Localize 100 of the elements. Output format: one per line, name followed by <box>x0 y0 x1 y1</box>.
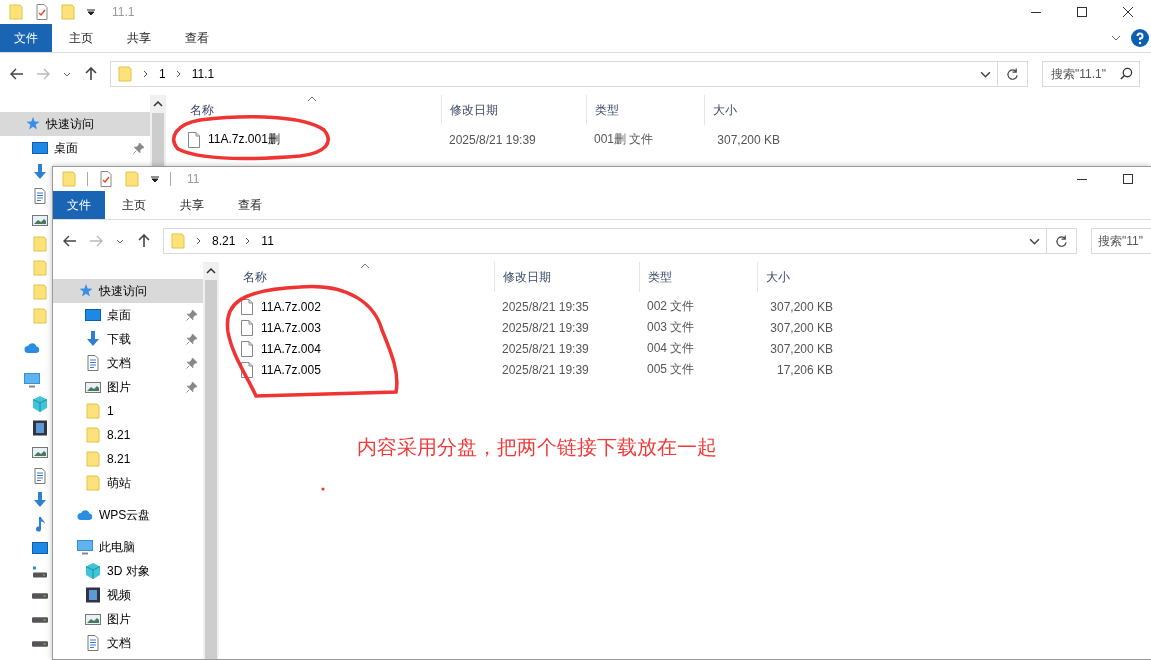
file-name[interactable]: 11A.7z.001删 <box>208 131 280 148</box>
sidebar-label: 桌面 <box>107 306 131 324</box>
sidebar-label: 此电脑 <box>99 538 135 556</box>
chevron-right-icon <box>196 237 202 245</box>
cloud-icon <box>24 340 40 356</box>
sidebar-item[interactable]: 萌站 <box>53 471 203 495</box>
column-header[interactable]: 类型 <box>639 262 757 292</box>
file-name[interactable]: 11A.7z.002 <box>261 299 321 314</box>
breadcrumb[interactable]: 8.21 <box>212 234 236 248</box>
search-icon <box>1120 67 1133 80</box>
sidebar-item[interactable]: 桌面 <box>0 136 150 160</box>
cube-icon <box>85 563 101 579</box>
dropdown-icon[interactable] <box>150 174 160 184</box>
checklist-icon[interactable] <box>98 171 114 187</box>
back-arrow-icon[interactable] <box>63 234 77 248</box>
ink-dot <box>321 487 325 491</box>
scroll-up-icon[interactable] <box>206 268 216 274</box>
up-arrow-icon[interactable] <box>137 234 151 248</box>
help-icon[interactable] <box>1131 29 1149 47</box>
ribbon-tab[interactable]: 主页 <box>52 24 110 52</box>
document-icon <box>32 188 48 204</box>
file-menu-button[interactable]: 文件 <box>0 24 52 52</box>
sidebar-item[interactable]: 快速访问 <box>53 279 203 303</box>
chevron-down-icon[interactable] <box>1111 33 1121 43</box>
chevron-right-icon <box>245 237 252 245</box>
sidebar-item[interactable]: 视频 <box>53 583 203 607</box>
ribbon-tab[interactable]: 查看 <box>168 24 226 52</box>
file-icon <box>241 319 253 336</box>
size-cell-text: 307,200 KB <box>769 299 834 314</box>
breadcrumb[interactable]: 1 <box>159 67 166 81</box>
dropdown-icon[interactable] <box>86 7 96 17</box>
pin-icon[interactable] <box>133 142 144 154</box>
sidebar-item[interactable]: 快速访问 <box>0 112 150 136</box>
pin-icon[interactable] <box>186 381 197 393</box>
ribbon-tab[interactable]: 主页 <box>105 191 163 219</box>
sidebar-label: 文档 <box>107 634 131 652</box>
sidebar-label: 快速访问 <box>99 282 147 300</box>
sidebar-item[interactable]: 桌面 <box>53 303 203 327</box>
sidebar-item[interactable]: 8.21 <box>53 447 203 471</box>
minimize-icon <box>1077 178 1087 180</box>
sidebar-item[interactable]: 下载 <box>53 327 203 351</box>
sidebar-item[interactable]: 1 <box>53 399 203 423</box>
ribbon-tab[interactable]: 共享 <box>163 191 221 219</box>
sidebar-label: WPS云盘 <box>99 506 151 524</box>
scrollbar-thumb[interactable] <box>205 280 217 659</box>
column-header[interactable]: 名称 <box>166 95 441 125</box>
column-header[interactable]: 修改日期 <box>494 262 639 292</box>
window-title: 11 <box>187 172 200 186</box>
folder-icon <box>85 403 101 419</box>
sidebar-item[interactable]: 3D 对象 <box>53 559 203 583</box>
sidebar-item[interactable]: WPS云盘 <box>53 503 203 527</box>
network-drive-icon <box>32 564 48 580</box>
sidebar-item[interactable]: 此电脑 <box>53 535 203 559</box>
breadcrumb[interactable]: 11 <box>261 234 274 248</box>
file-menu-button[interactable]: 文件 <box>53 191 105 219</box>
ribbon-tab[interactable]: 查看 <box>221 191 279 219</box>
date-cell-text: 2025/8/21 19:39 <box>501 341 590 356</box>
sidebar-item[interactable]: 文档 <box>53 631 203 655</box>
pin-icon[interactable] <box>186 357 197 369</box>
file-name[interactable]: 11A.7z.003 <box>261 320 321 335</box>
sidebar-item[interactable]: 文档 <box>53 351 203 375</box>
file-name[interactable]: 11A.7z.005 <box>261 362 321 377</box>
scrollbar[interactable] <box>203 262 219 659</box>
folder-icon <box>117 66 133 82</box>
refresh-button[interactable] <box>1047 228 1077 254</box>
column-header[interactable]: 修改日期 <box>441 95 586 125</box>
address-bar[interactable]: 8.21 11 <box>163 228 1047 254</box>
sort-caret-icon <box>360 263 370 269</box>
sidebar-item[interactable]: 图片 <box>53 375 203 399</box>
chevron-right-icon <box>175 70 182 78</box>
column-header[interactable]: 大小 <box>757 262 843 292</box>
back-arrow-icon[interactable] <box>10 67 24 81</box>
refresh-button[interactable] <box>998 61 1028 87</box>
sidebar-item[interactable]: 8.21 <box>53 423 203 447</box>
up-arrow-icon[interactable] <box>84 67 98 81</box>
file-name[interactable]: 11A.7z.004 <box>261 341 321 356</box>
column-header[interactable]: 名称 <box>219 262 494 292</box>
address-bar[interactable]: 1 11.1 <box>110 61 998 87</box>
search-field[interactable]: 搜索"11.1" <box>1042 61 1140 87</box>
breadcrumb[interactable]: 11.1 <box>191 67 215 81</box>
film-icon <box>32 420 48 436</box>
type-cell-text: 005 文件 <box>646 361 696 378</box>
pin-icon[interactable] <box>186 333 197 345</box>
search-field[interactable]: 搜索"11" <box>1091 228 1151 254</box>
checklist-icon[interactable] <box>34 4 50 20</box>
sidebar-label: 萌站 <box>107 474 131 492</box>
sidebar-label: 文档 <box>107 354 131 372</box>
file-icon <box>241 361 253 378</box>
sidebar-item[interactable]: 图片 <box>53 607 203 631</box>
date-cell-text: 2025/8/21 19:35 <box>501 299 590 314</box>
column-header[interactable]: 大小 <box>704 95 790 125</box>
pin-icon[interactable] <box>186 309 197 321</box>
window-title: 11.1 <box>112 5 135 19</box>
folder-icon <box>32 308 48 324</box>
scroll-up-icon[interactable] <box>153 101 163 107</box>
minimize-icon <box>1031 11 1041 13</box>
ribbon-tab[interactable]: 共享 <box>110 24 168 52</box>
drive-icon <box>32 617 48 623</box>
folder-icon <box>85 427 101 443</box>
column-header[interactable]: 类型 <box>586 95 704 125</box>
